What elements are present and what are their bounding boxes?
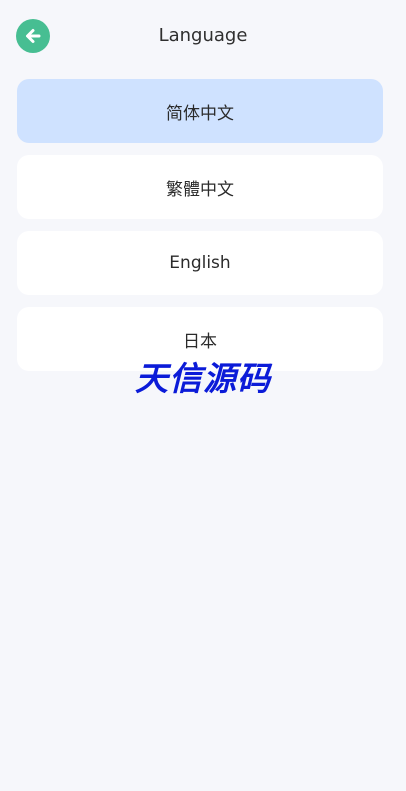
language-list: 简体中文 繁體中文 English 日本 — [17, 79, 383, 383]
top-bar: Language — [0, 0, 406, 72]
watermark-text: 天信源码 — [135, 359, 271, 398]
language-option-traditional-chinese[interactable]: 繁體中文 — [17, 155, 383, 219]
language-option-simplified-chinese[interactable]: 简体中文 — [17, 79, 383, 143]
page-title: Language — [158, 25, 248, 46]
language-option-english[interactable]: English — [17, 231, 383, 295]
